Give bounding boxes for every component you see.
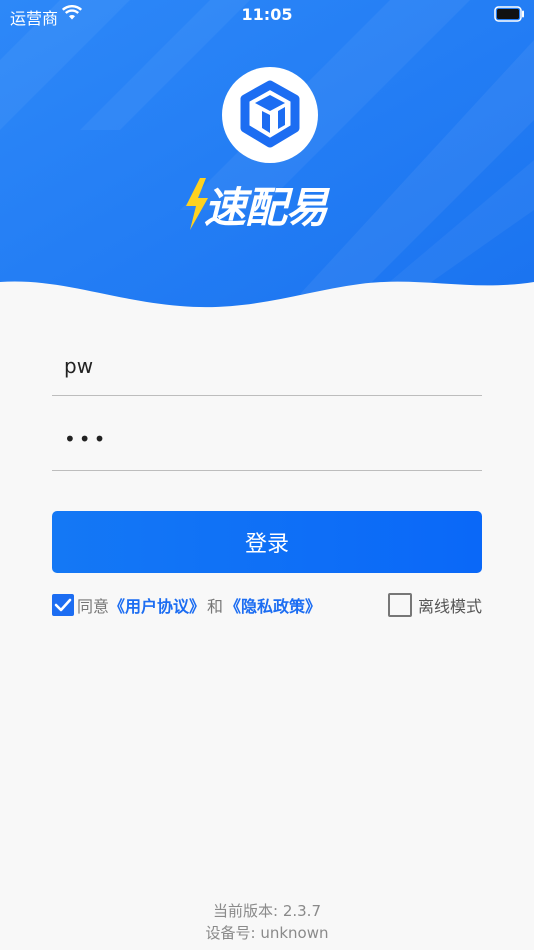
status-bar: 运营商 11:05 (0, 0, 534, 30)
login-button[interactable]: 登录 (52, 511, 482, 573)
privacy-policy-link[interactable]: 《隐私政策》 (225, 593, 321, 617)
agreement-row: 同意 《用户协议》 和 《隐私政策》 (52, 593, 321, 617)
password-value: ••• (64, 427, 109, 451)
checkmark-icon (54, 598, 72, 612)
offline-checkbox[interactable] (387, 593, 412, 617)
login-screen: 运营商 11:05 速配易 pw ••• 登录 同意 《用户协议》 和 《隐私政… (0, 0, 534, 950)
offline-label: 离线模式 (417, 597, 482, 616)
app-logo-icon (222, 67, 318, 167)
version-label: 当前版本: 2.3.7 (213, 902, 321, 920)
agreement-checkbox[interactable] (52, 594, 74, 616)
username-input[interactable]: pw (52, 348, 482, 396)
battery-icon (494, 6, 526, 26)
brand-name: 速配易 (204, 183, 328, 232)
agreement-prefix: 同意 (77, 597, 110, 616)
footer-info: 当前版本: 2.3.7 设备号: unknown (0, 900, 534, 944)
login-button-label: 登录 (244, 532, 289, 557)
header-banner: 运营商 11:05 速配易 (0, 0, 534, 320)
clock: 11:05 (241, 5, 293, 24)
agreement-conjunction: 和 (207, 597, 224, 616)
username-value: pw (64, 354, 94, 378)
brand-logo: 速配易 (184, 172, 354, 232)
offline-mode-toggle[interactable]: 离线模式 (387, 593, 482, 617)
device-id-label: 设备号: unknown (205, 924, 329, 942)
password-input[interactable]: ••• (52, 423, 482, 471)
user-agreement-link[interactable]: 《用户协议》 (109, 593, 205, 617)
